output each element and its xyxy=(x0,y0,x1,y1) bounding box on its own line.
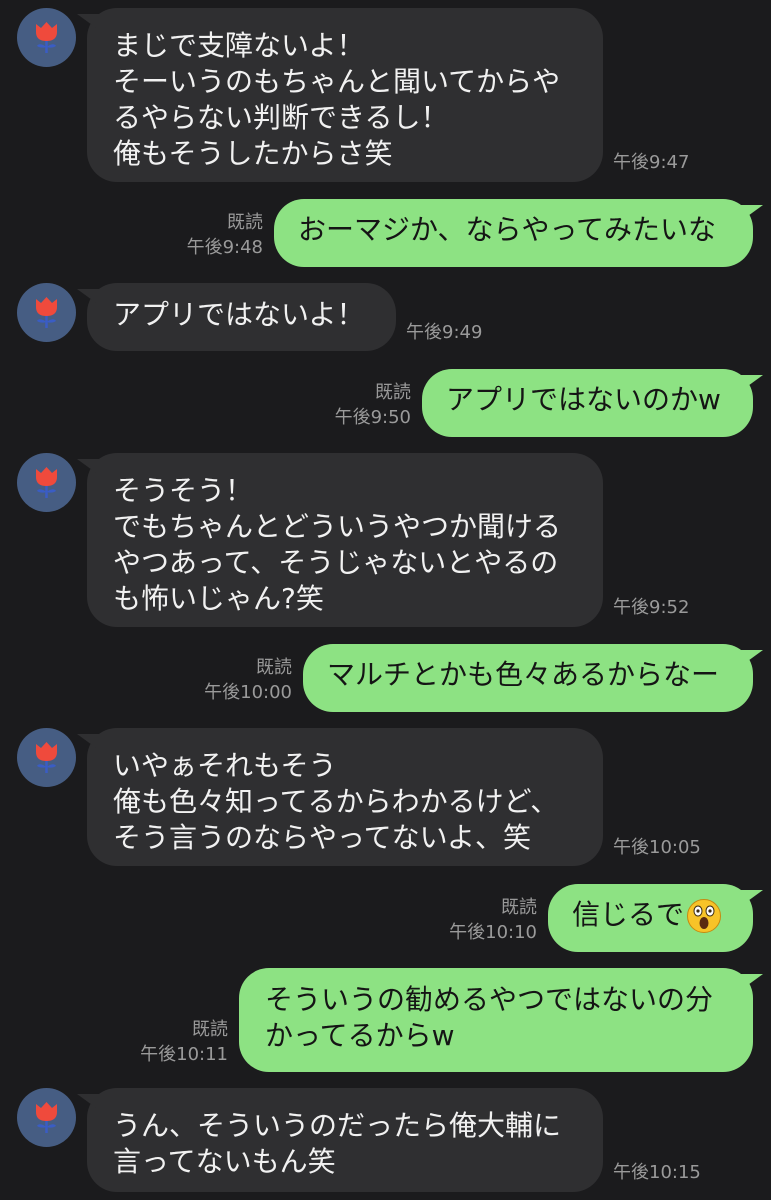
tulip-avatar-icon xyxy=(36,742,57,773)
message-bubble-incoming[interactable]: いやぁそれもそう 俺も色々知ってるからわかるけど、 そう言うのならやってないよ、… xyxy=(77,728,603,866)
message-meta: 既読 午後10:00 xyxy=(190,655,292,705)
message-time: 午後10:10 xyxy=(449,922,537,943)
sender-avatar[interactable] xyxy=(17,283,76,342)
message-bubble-outgoing[interactable]: マルチとかも色々あるからなー xyxy=(303,644,763,712)
read-receipt: 既読 xyxy=(256,657,292,678)
message-time: 午後10:15 xyxy=(613,1162,701,1183)
tulip-avatar-icon xyxy=(36,297,57,328)
read-receipt: 既読 xyxy=(192,1019,228,1040)
message-time: 午後10:05 xyxy=(613,837,701,858)
message-time: 午後9:52 xyxy=(613,597,690,618)
sender-avatar[interactable] xyxy=(17,728,76,787)
tulip-avatar-icon xyxy=(36,467,57,498)
message-bubble-outgoing[interactable]: 信じるで xyxy=(548,884,763,952)
message-bubble-incoming[interactable]: うん、そういうのだったら俺大輔に 言ってないもん笑 xyxy=(77,1088,603,1192)
sender-avatar[interactable] xyxy=(17,1088,76,1147)
message-meta: 既読 午後10:10 xyxy=(436,895,537,945)
message-bubble-incoming[interactable]: そうそう！ でもちゃんとどういうやつか聞ける やつあって、そうじゃないとやるの … xyxy=(77,453,603,627)
message-bubble-incoming[interactable]: まじで支障ないよ！ そーいうのもちゃんと聞いてからや るやらない判断できるし！ … xyxy=(77,8,603,182)
message-meta: 既読 午後10:11 xyxy=(125,1017,228,1067)
read-receipt: 既読 xyxy=(375,382,411,403)
message-bubble-incoming[interactable]: アプリではないよ！ xyxy=(77,283,396,351)
message-bubble-outgoing[interactable]: おーマジか、ならやってみたいな xyxy=(274,199,763,267)
message-meta: 午後9:47 xyxy=(613,150,689,175)
message-bubble-outgoing[interactable]: そういうの勧めるやつではないの分 かってるからw xyxy=(239,968,763,1072)
shocked-face-emoji xyxy=(686,898,722,934)
read-receipt: 既読 xyxy=(227,212,263,233)
message-time: 午後9:50 xyxy=(334,407,411,428)
message-text: 信じるで xyxy=(572,898,685,931)
message-time: 午後10:11 xyxy=(140,1044,228,1065)
message-meta: 午後9:49 xyxy=(406,320,482,345)
message-time: 午後10:00 xyxy=(204,682,292,703)
message-time: 午後9:47 xyxy=(613,152,690,173)
message-meta: 午後9:52 xyxy=(613,595,689,620)
message-meta: 午後10:05 xyxy=(613,835,701,860)
sender-avatar[interactable] xyxy=(17,453,76,512)
message-meta: 既読 午後9:48 xyxy=(170,210,263,260)
message-meta: 既読 午後9:50 xyxy=(320,380,411,430)
message-bubble-outgoing[interactable]: アプリではないのかw xyxy=(422,369,763,437)
tulip-avatar-icon xyxy=(36,22,57,53)
read-receipt: 既読 xyxy=(501,897,537,918)
sender-avatar[interactable] xyxy=(17,8,76,67)
tulip-avatar-icon xyxy=(36,1102,57,1133)
message-meta: 午後10:15 xyxy=(613,1160,701,1185)
message-time: 午後9:48 xyxy=(186,237,263,258)
chat-thread: まじで支障ないよ！ そーいうのもちゃんと聞いてからや るやらない判断できるし！ … xyxy=(0,0,771,1200)
message-time: 午後9:49 xyxy=(406,322,483,343)
